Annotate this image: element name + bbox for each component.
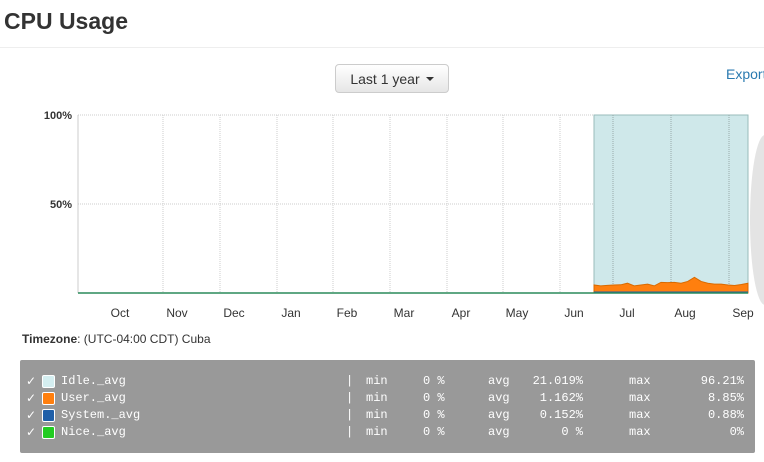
min-value: 0 % xyxy=(423,424,445,439)
separator: | xyxy=(346,424,354,439)
series-name: Nice._avg xyxy=(61,424,126,439)
avg-value: 0.152% xyxy=(539,407,583,422)
export-link[interactable]: Export xyxy=(726,66,764,82)
series-name: Idle._avg xyxy=(61,373,126,388)
min-label: min xyxy=(366,424,388,439)
separator: | xyxy=(346,407,354,422)
x-tick-label: Oct xyxy=(111,306,130,320)
x-tick-label: Aug xyxy=(674,306,695,320)
max-label: max xyxy=(629,424,651,439)
time-range-dropdown[interactable]: Last 1 year xyxy=(335,64,449,93)
avg-value: 0 % xyxy=(561,424,583,439)
legend-panel: ✓ Idle._avg | min 0 % avg 21.019% max 96.21% ✓ Use… xyxy=(20,360,755,453)
timezone-text: Timezone: (UTC-04:00 CDT) Cuba xyxy=(22,332,211,346)
avg-label: avg xyxy=(488,390,510,405)
separator: | xyxy=(346,390,354,405)
y-tick-label: 50% xyxy=(50,199,72,211)
x-tick-label: Jan xyxy=(281,306,300,320)
min-label: min xyxy=(366,373,388,388)
checkmark-icon[interactable]: ✓ xyxy=(26,425,36,439)
y-tick-label: 100% xyxy=(44,110,72,122)
legend-row-system[interactable]: ✓ System._avg | min 0 % avg 0.152% max 0.88% xyxy=(26,406,746,423)
avg-label: avg xyxy=(488,373,510,388)
x-tick-label: Nov xyxy=(166,306,187,320)
x-tick-label: Jun xyxy=(564,306,583,320)
avg-label: avg xyxy=(488,407,510,422)
timezone-label: Timezone xyxy=(22,332,78,346)
time-range-label: Last 1 year xyxy=(350,70,420,87)
series-color-swatch xyxy=(42,375,55,388)
divider xyxy=(0,47,764,48)
max-value: 0.88% xyxy=(707,407,744,422)
page-title: CPU Usage xyxy=(4,8,128,34)
max-value: 8.85% xyxy=(707,390,744,405)
max-label: max xyxy=(629,373,651,388)
max-value: 96.21% xyxy=(700,373,744,388)
legend-row-idle[interactable]: ✓ Idle._avg | min 0 % avg 21.019% max 96.21% xyxy=(26,372,746,389)
x-tick-label: Jul xyxy=(619,306,634,320)
series-color-swatch xyxy=(42,409,55,422)
series-name: System._avg xyxy=(61,407,141,422)
x-tick-label: Apr xyxy=(452,306,471,320)
legend-row-user[interactable]: ✓ User._avg | min 0 % avg 1.162% max 8.85% xyxy=(26,389,746,406)
separator: | xyxy=(346,373,354,388)
series-color-swatch xyxy=(42,426,55,439)
max-label: max xyxy=(629,390,651,405)
x-tick-label: May xyxy=(506,306,529,320)
legend-row-nice[interactable]: ✓ Nice._avg | min 0 % avg 0 % max 0% xyxy=(26,423,746,440)
max-label: max xyxy=(629,407,651,422)
series-name: User._avg xyxy=(61,390,126,405)
series-color-swatch xyxy=(42,392,55,405)
x-tick-label: Feb xyxy=(337,306,358,320)
min-label: min xyxy=(366,390,388,405)
x-tick-label: Dec xyxy=(223,306,244,320)
checkmark-icon[interactable]: ✓ xyxy=(26,391,36,405)
avg-label: avg xyxy=(488,424,510,439)
timezone-value: : (UTC-04:00 CDT) Cuba xyxy=(77,332,211,346)
avg-value: 21.019% xyxy=(532,373,583,388)
x-tick-label: Sep xyxy=(732,306,754,320)
min-value: 0 % xyxy=(423,373,445,388)
caret-down-icon xyxy=(425,76,434,81)
checkmark-icon[interactable]: ✓ xyxy=(26,408,36,422)
cpu-chart: Oct Nov Dec Jan Feb Mar Apr May Jun Jul Aug Sep 100%… xyxy=(44,110,754,320)
x-tick-label: Mar xyxy=(394,306,415,320)
min-value: 0 % xyxy=(423,390,445,405)
min-value: 0 % xyxy=(423,407,445,422)
max-value: 0% xyxy=(729,424,744,439)
checkmark-icon[interactable]: ✓ xyxy=(26,374,36,388)
min-label: min xyxy=(366,407,388,422)
avg-value: 1.162% xyxy=(539,390,583,405)
